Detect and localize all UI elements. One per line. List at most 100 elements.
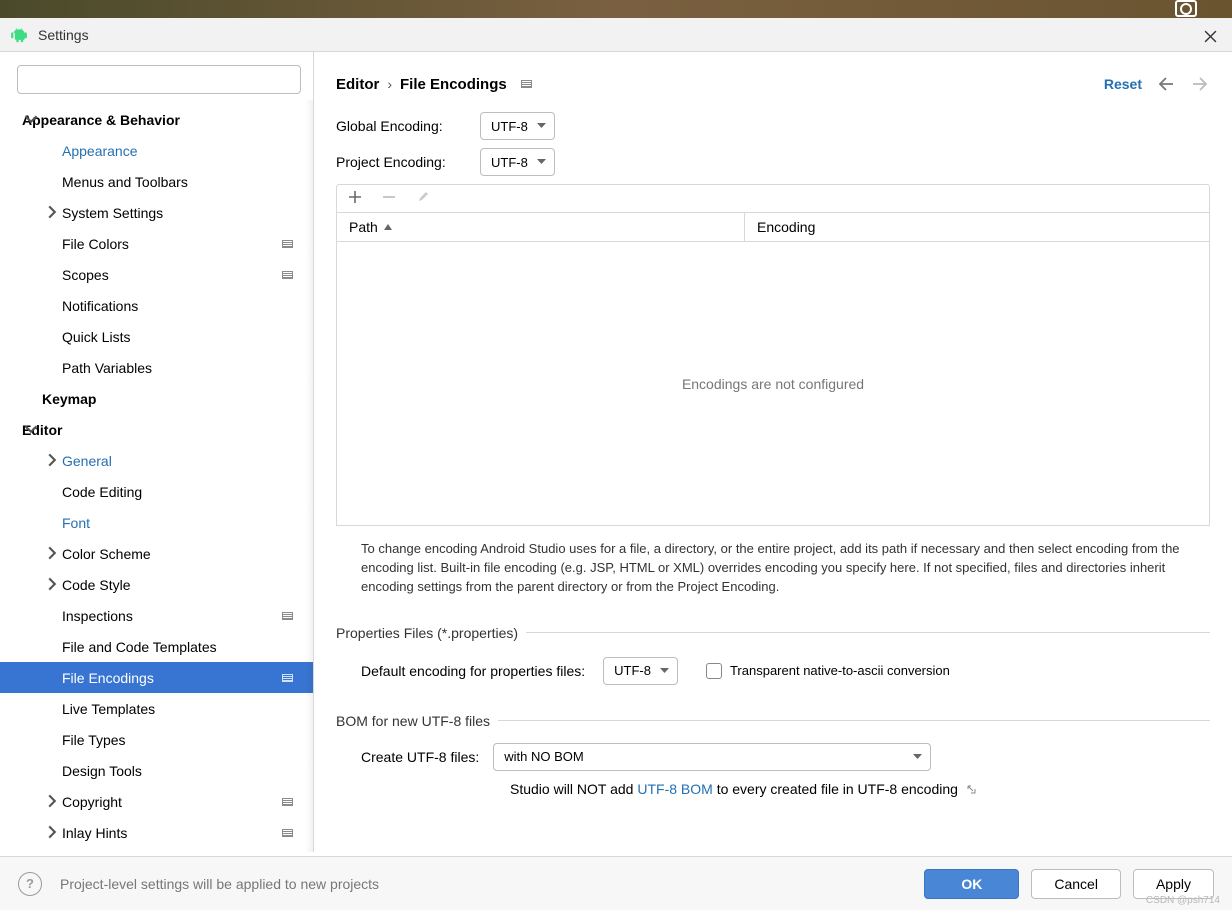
chevron-down-icon: [24, 112, 38, 126]
tree-item-inspections[interactable]: Inspections: [0, 600, 313, 631]
tree-item-label: Appearance & Behavior: [22, 112, 180, 128]
tree-item-label: Menus and Toolbars: [62, 174, 188, 190]
bom-note: Studio will NOT add UTF-8 BOM to every c…: [336, 771, 1210, 797]
chevron-right-icon: [45, 453, 59, 467]
chevron-right-icon: [45, 825, 59, 839]
close-button[interactable]: [1198, 24, 1222, 48]
project-encoding-label: Project Encoding:: [336, 154, 480, 170]
divider: [498, 720, 1210, 721]
breadcrumb-sep: ›: [387, 76, 392, 92]
tree-item-label: File Types: [62, 732, 126, 748]
chevron-right-icon: [45, 205, 59, 219]
transparent-checkbox[interactable]: [706, 663, 722, 679]
tree-item-editor[interactable]: Editor: [0, 414, 313, 445]
tree-item-label: Color Scheme: [62, 546, 151, 562]
breadcrumb-leaf: File Encodings: [400, 76, 507, 93]
path-column-header[interactable]: Path: [337, 213, 745, 241]
encoding-column-header[interactable]: Encoding: [745, 213, 1209, 241]
tree-item-label: Path Variables: [62, 360, 152, 376]
tree-item-system-settings[interactable]: System Settings: [0, 197, 313, 228]
external-link-icon: [966, 784, 976, 794]
properties-default-label: Default encoding for properties files:: [361, 663, 585, 679]
cancel-button[interactable]: Cancel: [1031, 869, 1121, 899]
project-badge-icon: [282, 271, 293, 279]
tree-item-appearance-behavior[interactable]: Appearance & Behavior: [0, 104, 313, 135]
tree-item-label: Inspections: [62, 608, 133, 624]
tree-item-label: File Colors: [62, 236, 129, 252]
footer-note: Project-level settings will be applied t…: [60, 876, 379, 892]
tree-item-quick-lists[interactable]: Quick Lists: [0, 321, 313, 352]
tree-item-label: Design Tools: [62, 763, 142, 779]
settings-tree[interactable]: Appearance & Behavior Appearance Menus and…: [0, 102, 313, 852]
tree-item-general[interactable]: General: [0, 445, 313, 476]
bom-create-label: Create UTF-8 files:: [361, 749, 479, 765]
tree-item-design-tools[interactable]: Design Tools: [0, 755, 313, 786]
tree-item-label: Code Editing: [62, 484, 142, 500]
tree-item-copyright[interactable]: Copyright: [0, 786, 313, 817]
arrow-right-icon: [1192, 77, 1208, 91]
main-panel: Editor › File Encodings Reset Global Enc…: [314, 52, 1232, 852]
global-encoding-select[interactable]: UTF-8: [480, 112, 555, 140]
tree-item-font[interactable]: Font: [0, 507, 313, 538]
tree-item-file-and-code-templates[interactable]: File and Code Templates: [0, 631, 313, 662]
tree-item-file-encodings[interactable]: File Encodings: [0, 662, 313, 693]
chevron-right-icon: [45, 794, 59, 808]
project-encoding-select[interactable]: UTF-8: [480, 148, 555, 176]
tree-item-label: Live Templates: [62, 701, 155, 717]
reset-button[interactable]: Reset: [1104, 76, 1142, 92]
add-button[interactable]: [349, 191, 361, 206]
tree-item-label: File Encodings: [62, 670, 154, 686]
tree-item-appearance[interactable]: Appearance: [0, 135, 313, 166]
tree-item-code-style[interactable]: Code Style: [0, 569, 313, 600]
chevron-down-icon: [537, 159, 546, 165]
chevron-down-icon: [24, 422, 38, 436]
table-toolbar: [336, 184, 1210, 212]
search-input[interactable]: [17, 65, 301, 94]
table-header: Path Encoding: [336, 212, 1210, 242]
properties-legend: Properties Files (*.properties): [336, 625, 518, 641]
chevron-down-icon: [537, 123, 546, 129]
chevron-right-icon: [45, 577, 59, 591]
tree-item-file-types[interactable]: File Types: [0, 724, 313, 755]
tree-item-color-scheme[interactable]: Color Scheme: [0, 538, 313, 569]
project-badge-icon: [282, 829, 293, 837]
tree-item-label: Scopes: [62, 267, 109, 283]
properties-encoding-select[interactable]: UTF-8: [603, 657, 678, 685]
tree-item-live-templates[interactable]: Live Templates: [0, 693, 313, 724]
tree-item-label: Code Style: [62, 577, 130, 593]
tree-item-scopes[interactable]: Scopes: [0, 259, 313, 290]
forward-button[interactable]: [1190, 74, 1210, 94]
tree-item-path-variables[interactable]: Path Variables: [0, 352, 313, 383]
chevron-down-icon: [913, 754, 922, 760]
remove-button: [383, 191, 395, 206]
tree-item-label: Quick Lists: [62, 329, 130, 345]
tree-item-inlay-hints[interactable]: Inlay Hints: [0, 817, 313, 848]
ok-button[interactable]: OK: [924, 869, 1019, 899]
edit-button: [417, 191, 429, 206]
project-badge-icon: [282, 674, 293, 682]
tree-item-notifications[interactable]: Notifications: [0, 290, 313, 321]
tree-item-menus-and-toolbars[interactable]: Menus and Toolbars: [0, 166, 313, 197]
breadcrumb-root[interactable]: Editor: [336, 76, 379, 93]
back-button[interactable]: [1156, 74, 1176, 94]
sort-asc-icon: [384, 224, 392, 230]
tree-item-file-colors[interactable]: File Colors: [0, 228, 313, 259]
tree-item-label: Notifications: [62, 298, 138, 314]
tree-item-keymap[interactable]: Keymap: [0, 383, 313, 414]
tree-item-label: Inlay Hints: [62, 825, 127, 841]
dialog-footer: ? Project-level settings will be applied…: [0, 856, 1232, 910]
tree-item-label: Copyright: [62, 794, 122, 810]
apply-button[interactable]: Apply: [1133, 869, 1214, 899]
tree-item-code-editing[interactable]: Code Editing: [0, 476, 313, 507]
bom-link[interactable]: UTF-8 BOM: [637, 781, 712, 797]
close-icon: [1204, 30, 1217, 43]
help-button[interactable]: ?: [18, 872, 42, 896]
chevron-down-icon: [660, 668, 669, 674]
project-badge-icon: [282, 798, 293, 806]
tree-item-label: Font: [62, 515, 90, 531]
bom-select[interactable]: with NO BOM: [493, 743, 931, 771]
transparent-label: Transparent native-to-ascii conversion: [730, 663, 950, 678]
tree-item-label: File and Code Templates: [62, 639, 217, 655]
tree-item-label: Keymap: [42, 391, 96, 407]
bom-legend: BOM for new UTF-8 files: [336, 713, 490, 729]
